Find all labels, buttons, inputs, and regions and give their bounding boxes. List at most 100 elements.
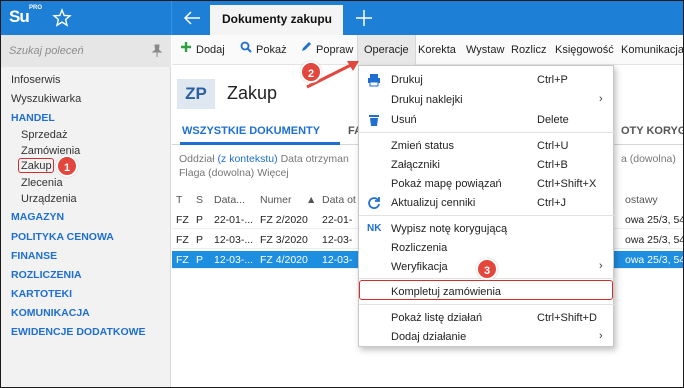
issue-button[interactable]: Wystaw <box>466 35 504 65</box>
trash-icon <box>367 113 381 127</box>
menu-label: Weryfikacja <box>391 261 448 273</box>
sidebar-item-komunikacja[interactable]: KOMUNIKACJA <box>11 307 90 319</box>
sidebar-item-ewidencje-dodatkowe[interactable]: EWIDENCJE DODATKOWE <box>11 326 146 338</box>
cell-address: owa 25/3, 54-4 <box>625 254 684 266</box>
sidebar-item-handel[interactable]: HANDEL <box>11 112 55 124</box>
callout-2: 2 <box>300 61 322 83</box>
back-arrow-icon[interactable] <box>181 7 203 29</box>
nk-icon: NK <box>367 223 382 234</box>
menu-item-relation-map[interactable]: Pokaż mapę powiązań Ctrl+Shift+X <box>359 174 615 194</box>
logo-sup: PRO <box>29 5 43 11</box>
sidebar-item-zlecenia[interactable]: Zlecenia <box>21 177 63 189</box>
cell-date: 12-03-... <box>214 254 254 266</box>
menu-item-attachments[interactable]: Załączniki Ctrl+B <box>359 155 615 175</box>
cell-type: FZ <box>176 254 189 266</box>
menu-item-add-action[interactable]: Dodaj działanie › <box>359 327 615 347</box>
callout-3: 3 <box>476 258 498 280</box>
show-button[interactable]: Pokaż <box>240 35 287 65</box>
communication-button[interactable]: Komunikacja <box>621 35 683 65</box>
cell-type: FZ <box>176 234 189 246</box>
search-input[interactable]: Szukaj poleceń <box>9 45 84 57</box>
complete-orders-highlight <box>359 280 613 300</box>
sidebar-item-urzadzenia[interactable]: Urządzenia <box>21 193 77 205</box>
col-type[interactable]: T <box>176 191 182 209</box>
show-label: Pokaż <box>256 44 287 56</box>
col-date2[interactable]: Data ot <box>322 191 356 209</box>
tab-dokumenty-zakupu[interactable]: Dokumenty zakupu <box>210 5 343 35</box>
cell-date2: 22-01- <box>322 214 353 226</box>
menu-label: Drukuj naklejki <box>391 94 463 106</box>
cell-number: FZ 3/2020 <box>260 234 308 246</box>
menu-label: Wypisz notę korygującą <box>391 223 508 235</box>
printer-icon <box>367 73 381 87</box>
filter-more[interactable]: Więcej <box>257 167 289 179</box>
logo-text: Su <box>9 7 30 26</box>
sidebar-item-wyszukiwarka[interactable]: Wyszukiwarka <box>11 93 81 105</box>
menu-item-settlements[interactable]: Rozliczenia <box>359 238 615 258</box>
page-title: Zakup <box>227 83 278 103</box>
menu-item-print[interactable]: Drukuj Ctrl+P <box>359 70 615 90</box>
sidebar-item-kartoteki[interactable]: KARTOTEKI <box>11 288 72 300</box>
filter-flag[interactable]: Flaga (dowolna) <box>179 167 254 179</box>
callout-1: 1 <box>56 155 78 177</box>
menu-label: Aktualizuj cenniki <box>391 197 476 209</box>
sidebar-item-magazyn[interactable]: MAGAZYN <box>11 211 64 223</box>
menu-item-delete[interactable]: Usuń Delete <box>359 110 615 130</box>
favorite-star-icon[interactable] <box>51 7 73 29</box>
accounting-button[interactable]: Księgowość <box>555 35 614 65</box>
add-label: Dodaj <box>196 44 225 56</box>
sidebar-search[interactable]: Szukaj poleceń <box>1 35 171 67</box>
sidebar-item-rozliczenia[interactable]: ROZLICZENIA <box>11 269 82 281</box>
active-tab-indicator <box>180 142 340 145</box>
filter-branch[interactable]: Oddział <box>179 153 215 165</box>
search-icon <box>240 35 252 65</box>
add-button[interactable]: Dodaj <box>180 35 225 65</box>
menu-shortcut: Ctrl+P <box>537 74 568 86</box>
menu-item-change-status[interactable]: Zmień status Ctrl+U <box>359 136 615 156</box>
menu-label: Załączniki <box>391 159 440 171</box>
pin-icon[interactable] <box>151 44 163 58</box>
sidebar-item-polityka-cenowa[interactable]: POLITYKA CENOWA <box>11 231 114 243</box>
col-number[interactable]: Numer <box>260 191 292 209</box>
app-logo[interactable]: Su PRO <box>9 5 43 31</box>
sidebar-item-infoserwis[interactable]: Infoserwis <box>11 74 61 86</box>
sidebar-item-finanse[interactable]: FINANSE <box>11 250 57 262</box>
sort-asc-icon[interactable]: ▲ <box>306 191 316 209</box>
menu-label: Rozliczenia <box>391 242 448 254</box>
menu-label: Drukuj <box>391 74 423 86</box>
cell-date: 12-03-... <box>214 234 254 246</box>
filter-date-value[interactable]: a (dowolna) <box>621 152 676 166</box>
correction-button[interactable]: Korekta <box>418 35 456 65</box>
menu-shortcut: Ctrl+U <box>537 140 569 152</box>
new-tab-plus-icon[interactable] <box>353 7 375 29</box>
cell-type: FZ <box>176 214 189 226</box>
settle-button[interactable]: Rozlicz <box>511 35 546 65</box>
col-address[interactable]: ostawy <box>625 191 658 209</box>
zakup-highlight <box>18 158 54 173</box>
menu-item-show-actions[interactable]: Pokaż listę działań Ctrl+Shift+D <box>359 308 615 328</box>
cell-date2: 12-03- <box>322 254 353 266</box>
menu-label: Pokaż listę działań <box>391 312 483 324</box>
tab-all-documents[interactable]: WSZYSTKIE DOKUMENTY <box>182 125 320 137</box>
app-window: Su PRO Dokumenty zakupu Szukaj poleceń I… <box>0 0 684 388</box>
tab-corrections[interactable]: OTY KORYGU <box>621 125 683 137</box>
filter-date[interactable]: Data otrzyman <box>281 153 349 165</box>
cell-status: P <box>196 254 204 266</box>
cell-number: FZ 4/2020 <box>260 254 308 266</box>
refresh-icon <box>367 196 381 210</box>
cell-address: owa 25/3, 54-4 <box>625 214 684 226</box>
menu-shortcut: Ctrl+Shift+D <box>537 312 597 324</box>
chevron-right-icon: › <box>599 93 603 105</box>
menu-item-correction-note[interactable]: NK Wypisz notę korygującą <box>359 219 615 239</box>
menu-item-print-labels[interactable]: Drukuj naklejki › <box>359 90 615 110</box>
filter-branch-value[interactable]: (z kontekstu) <box>218 153 278 165</box>
col-status[interactable]: S <box>196 191 203 209</box>
menu-label: Dodaj działanie <box>391 331 467 343</box>
col-date[interactable]: Data... <box>214 191 245 209</box>
menu-shortcut: Ctrl+Shift+X <box>537 178 597 190</box>
sidebar-item-sprzedaz[interactable]: Sprzedaż <box>21 129 67 141</box>
menu-item-update-pricelists[interactable]: Aktualizuj cenniki Ctrl+J <box>359 193 615 213</box>
filters: Oddział (z kontekstu) Data otrzyman Flag… <box>179 152 349 180</box>
cell-date2: 12-03- <box>322 234 353 246</box>
operations-label: Operacje <box>364 44 409 56</box>
